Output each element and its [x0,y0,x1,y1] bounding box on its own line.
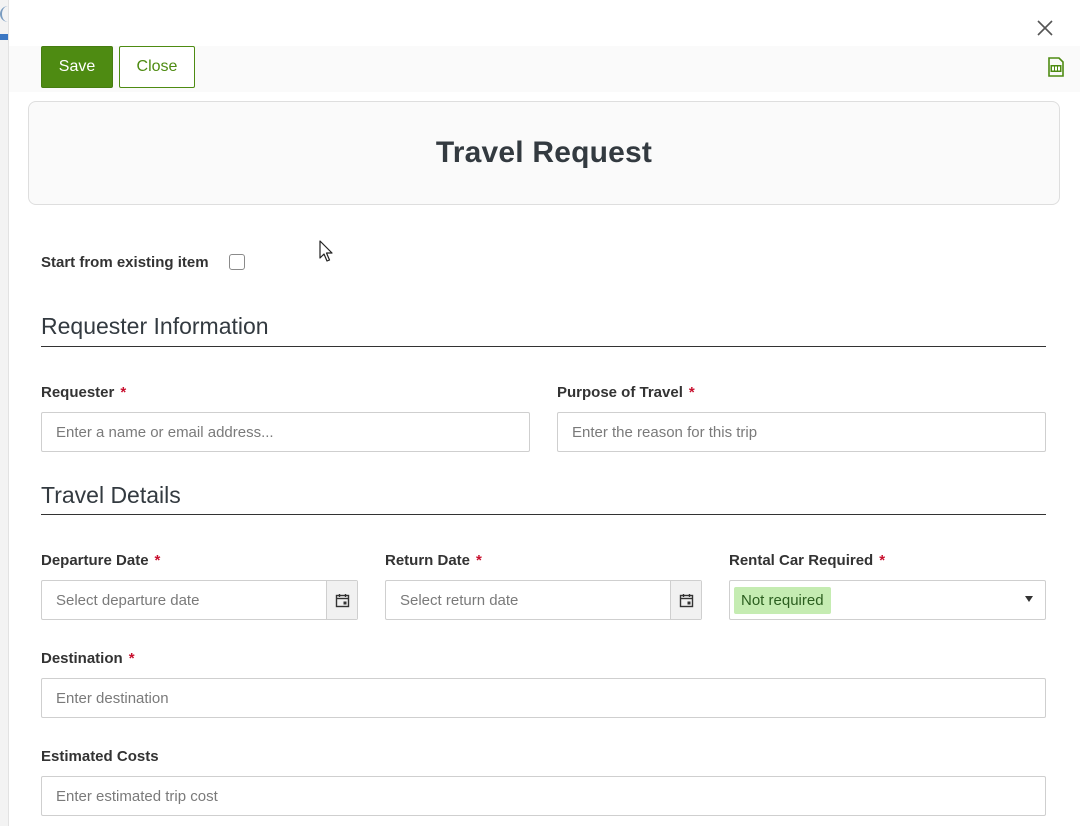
background-window-edge [0,0,9,826]
save-button[interactable]: Save [41,46,113,88]
start-existing-label: Start from existing item [41,254,209,271]
departure-date-placeholder: Select departure date [56,591,200,609]
chevron-down-icon [1025,596,1033,602]
return-date-label: Return Date * [385,552,482,569]
close-button[interactable]: Close [119,46,195,88]
rental-car-label: Rental Car Required * [729,552,886,569]
purpose-input[interactable]: Enter the reason for this trip [557,412,1046,452]
background-fragment-accent [0,34,8,40]
estimated-costs-label: Estimated Costs [41,748,159,765]
section-divider [41,514,1046,515]
estimated-costs-input[interactable]: Enter estimated trip cost [41,776,1046,816]
requester-label: Requester * [41,384,127,401]
section-title-requester: Requester Information [41,313,269,339]
form-title: Travel Request [435,136,653,169]
departure-calendar-button[interactable] [326,581,357,619]
return-date-placeholder: Select return date [400,591,519,609]
rental-car-select[interactable]: Not required [729,580,1046,620]
start-existing-checkbox[interactable] [229,254,245,270]
close-icon[interactable] [1034,17,1056,39]
departure-date-label: Departure Date * [41,552,161,569]
form-title-card: Travel Request [28,101,1060,205]
calendar-icon [679,593,693,607]
background-fragment [0,6,8,22]
return-calendar-button[interactable] [670,581,701,619]
section-title-travel: Travel Details [41,482,181,508]
requester-input[interactable]: Enter a name or email address... [41,412,530,452]
purpose-label: Purpose of Travel * [557,384,695,401]
rental-car-selected-value: Not required [734,586,831,614]
section-divider [41,346,1046,347]
calendar-icon [335,593,349,607]
departure-date-input[interactable]: Select departure date [41,580,358,620]
destination-label: Destination * [41,650,135,667]
destination-input[interactable]: Enter destination [41,678,1046,718]
return-date-input[interactable]: Select return date [385,580,702,620]
mouse-cursor-icon [319,240,333,262]
pdf-icon[interactable] [1047,57,1065,77]
